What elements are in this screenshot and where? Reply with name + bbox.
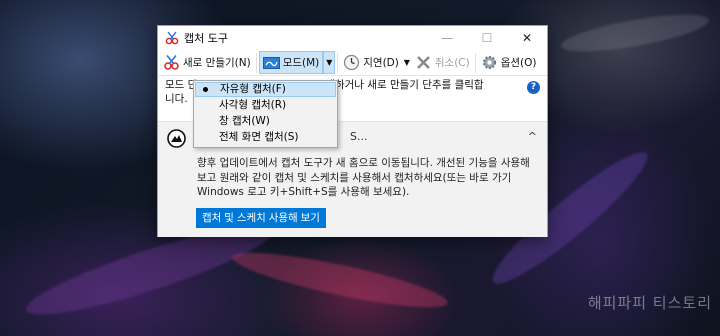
maximize-button[interactable]: ☐	[467, 26, 507, 50]
help-icon[interactable]: ?	[527, 81, 540, 94]
menu-item-window[interactable]: 창 캡처(W)	[195, 114, 336, 129]
wallpaper-streak	[558, 7, 712, 59]
options-button[interactable]: 옵션(O)	[478, 51, 540, 74]
minimize-button[interactable]: —	[427, 26, 467, 50]
clock-icon	[343, 54, 360, 71]
selected-bullet-icon	[203, 87, 208, 92]
menu-item-label: 자유형 캡처(F)	[220, 83, 286, 95]
delay-button[interactable]: 지연(D)	[340, 51, 402, 74]
snip-sketch-icon	[167, 129, 186, 148]
panel-heading: S...	[350, 130, 368, 143]
cancel-label: 취소(C)	[434, 57, 470, 69]
mode-dropdown-arrow[interactable]: ▼	[323, 51, 336, 74]
toolbar: 새로 만들기(N) 모드(M) ▼ 지연(D) ▼ 취소(C) 옵션(O)	[158, 50, 547, 76]
menu-item-label: 사각형 캡처(R)	[219, 99, 287, 111]
gear-icon	[481, 54, 498, 71]
menu-item-full-screen[interactable]: 전체 화면 캡처(S)	[195, 130, 336, 145]
watermark-text: 해피파피 티스토리	[587, 294, 712, 312]
mode-dropdown-menu: 자유형 캡처(F) 사각형 캡처(R) 창 캡처(W) 전체 화면 캡처(S)	[193, 80, 338, 148]
menu-item-label: 전체 화면 캡처(S)	[219, 131, 299, 143]
mode-icon	[262, 54, 280, 71]
toolbar-divider	[255, 52, 257, 73]
toolbar-divider	[337, 52, 339, 73]
panel-body-text: 향후 업데이트에서 캡처 도구가 새 홈으로 이동됩니다. 개선된 기능을 사용…	[197, 157, 530, 198]
scissors-icon	[165, 31, 179, 45]
mode-label: 모드(M)	[282, 57, 320, 69]
mode-button[interactable]: 모드(M)	[258, 51, 324, 74]
menu-item-free-form[interactable]: 자유형 캡처(F)	[195, 82, 336, 97]
delay-dropdown-arrow[interactable]: ▼	[402, 51, 412, 74]
cancel-x-icon	[415, 54, 432, 71]
wallpaper-streak	[229, 242, 451, 318]
collapse-chevron-icon[interactable]: ^	[528, 130, 537, 143]
new-snip-button[interactable]: 새로 만들기(N)	[160, 51, 254, 74]
window-title: 캡처 도구	[184, 32, 228, 45]
hint-text-right: 택하거나 새로 만들기 단추를 클릭합	[325, 79, 484, 91]
new-snip-icon	[163, 54, 180, 71]
close-button[interactable]: ✕	[507, 26, 547, 50]
delay-label: 지연(D)	[363, 57, 399, 69]
new-snip-label: 새로 만들기(N)	[183, 57, 251, 69]
toolbar-divider	[474, 52, 476, 73]
title-bar[interactable]: 캡처 도구 — ☐ ✕	[158, 26, 547, 50]
options-label: 옵션(O)	[500, 57, 537, 69]
menu-item-label: 창 캡처(W)	[219, 115, 270, 127]
try-snip-sketch-button[interactable]: 캡처 및 스케치 사용해 보기	[196, 208, 326, 228]
menu-item-rectangular[interactable]: 사각형 캡처(R)	[195, 98, 336, 113]
cancel-button[interactable]: 취소(C)	[412, 51, 473, 74]
